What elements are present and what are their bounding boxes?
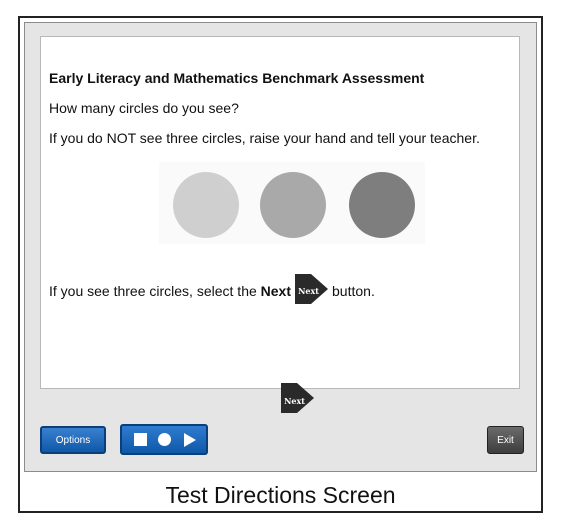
instruction-not-three: If you do NOT see three circles, raise y…: [49, 130, 480, 146]
play-icon[interactable]: [178, 430, 198, 450]
light-gray-circle: [173, 172, 239, 238]
next-button[interactable]: Next: [281, 383, 314, 418]
record-icon[interactable]: [154, 430, 174, 450]
question-text: How many circles do you see?: [49, 100, 239, 116]
medium-gray-circle: [260, 172, 326, 238]
question-panel: Early Literacy and Mathematics Benchmark…: [40, 36, 520, 389]
instruction-bold-next: Next: [260, 282, 292, 299]
options-button[interactable]: Options: [40, 426, 106, 454]
stop-icon[interactable]: [130, 430, 150, 450]
dark-gray-circle: [349, 172, 415, 238]
instruction-prefix: If you see three circles, select the: [49, 282, 257, 299]
screenshot-frame: Early Literacy and Mathematics Benchmark…: [18, 16, 543, 513]
next-button-label: Next: [284, 395, 305, 406]
assessment-window: Early Literacy and Mathematics Benchmark…: [24, 22, 537, 472]
circles-image: [159, 162, 425, 244]
next-arrow-icon: Next: [295, 274, 329, 307]
inline-next-icon-label: Next: [298, 285, 319, 296]
audio-controls: [120, 424, 208, 455]
exit-button[interactable]: Exit: [487, 426, 524, 454]
instruction-suffix: button.: [332, 282, 375, 299]
instruction-next: If you see three circles, select the Nex…: [49, 274, 375, 307]
screen-caption: Test Directions Screen: [165, 482, 396, 508]
assessment-title: Early Literacy and Mathematics Benchmark…: [49, 70, 425, 86]
